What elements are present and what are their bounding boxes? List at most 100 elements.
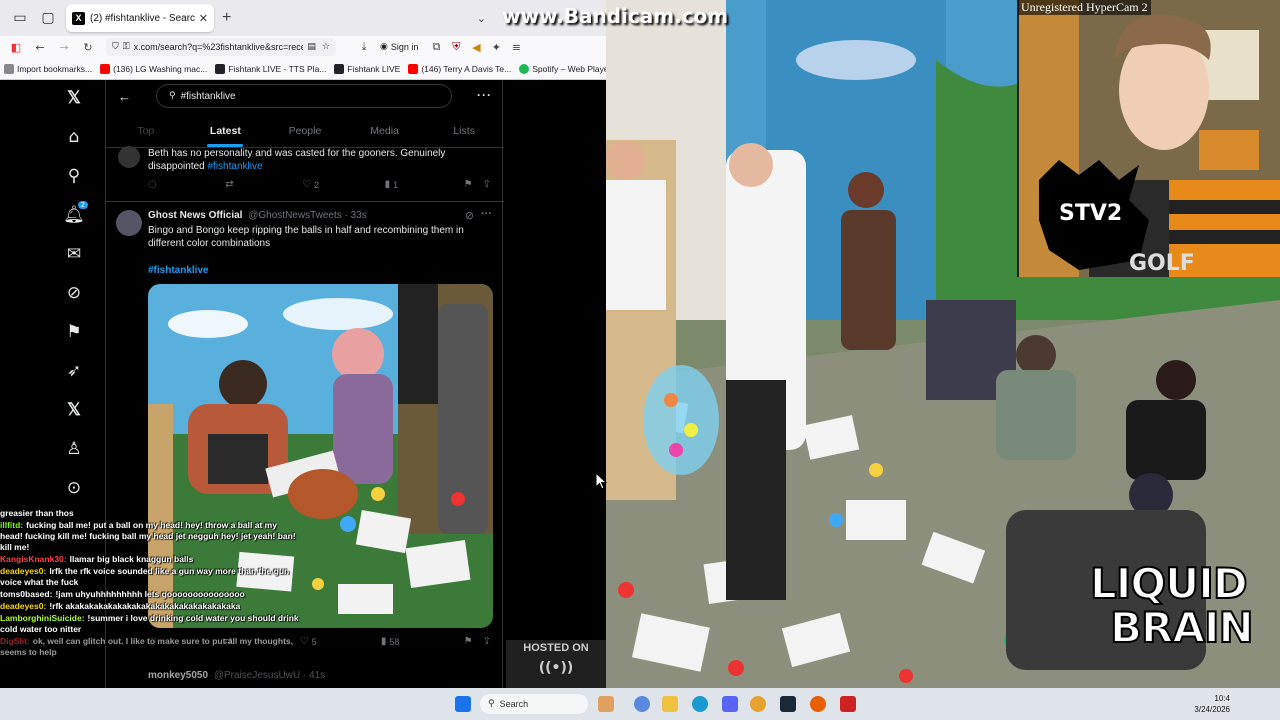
tab-list-icon[interactable]: ▢	[34, 4, 62, 32]
golf-text: GOLF	[1129, 251, 1195, 276]
tab-latest[interactable]: Latest	[186, 114, 266, 147]
reply-button[interactable]: ◌	[148, 179, 160, 190]
steam-icon[interactable]	[780, 696, 796, 712]
address-bar[interactable]: ⛉ ⚿ x.com/search?q=%23fishtanklive&src=r…	[106, 38, 336, 56]
tweet-body: Beth has no personality and was casted f…	[148, 148, 446, 172]
views-button[interactable]: ▮ 58	[381, 636, 400, 647]
menu-icon[interactable]: ≡	[506, 41, 526, 54]
bookmarks-icon[interactable]: ⚑	[60, 318, 88, 346]
back-arrow-icon[interactable]: ←	[118, 89, 131, 104]
like-button[interactable]: ♡ 5	[300, 636, 317, 647]
search-query: #fishtanklive	[180, 90, 236, 102]
edge-icon[interactable]	[692, 696, 708, 712]
tweet-body: Bingo and Bongo keep ripping the balls i…	[148, 225, 464, 249]
avatar[interactable]	[116, 210, 142, 236]
extensions-puzzle-icon[interactable]: ✦	[486, 41, 506, 54]
x-logo-icon[interactable]: 𝕏	[60, 84, 88, 112]
firefox-icon[interactable]	[810, 696, 826, 712]
like-button[interactable]: ♡ 2	[302, 179, 319, 190]
views-button[interactable]: ▮ 1	[385, 179, 399, 190]
chat-username: illfitd:	[0, 520, 24, 530]
bookmark-spotify[interactable]: Spotify – Web Player	[519, 63, 606, 74]
url-text: x.com/search?q=%23fishtanklive&src=recen…	[133, 42, 304, 52]
share-icon[interactable]: ⇪	[483, 179, 491, 190]
spotify-icon	[519, 63, 530, 74]
search-input[interactable]: ⚲ #fishtanklive	[156, 84, 452, 108]
bookmarks-bar: Import bookmarks... (136) LG Washing mac…	[0, 58, 606, 80]
chat-text: !rfk akakakakakakakakakakakakakakakakaka…	[49, 601, 241, 611]
broadcast-icon: ((•))	[538, 660, 574, 676]
taskbar-search-label: Search	[499, 699, 529, 709]
hashtag-link[interactable]: #fishtanklive	[208, 161, 263, 172]
tweet[interactable]: Beth has no personality and was casted f…	[106, 146, 504, 202]
retweet-button[interactable]: ⇄	[225, 179, 236, 190]
star-icon[interactable]: ☆	[322, 42, 330, 52]
mouse-cursor-icon	[595, 472, 607, 490]
stv-text: STV2	[1059, 201, 1122, 226]
author-handle[interactable]: @GhostNewsTweets · 33s	[248, 210, 367, 221]
bookmark-fishtank-tts[interactable]: Fishtank LIVE - TTS Pla...	[215, 63, 326, 74]
profile-icon[interactable]: ♙	[60, 435, 88, 463]
author-name[interactable]: Ghost News Official	[148, 210, 242, 221]
chat-username: deadeyes0:	[0, 601, 47, 611]
bookmark-icon[interactable]: ⚑	[464, 636, 473, 647]
copilot-icon[interactable]	[634, 696, 650, 712]
widget-icon[interactable]	[598, 696, 614, 712]
grok-icon[interactable]: ⊘	[465, 209, 474, 222]
new-tab-button[interactable]: +	[222, 9, 231, 27]
bookmark-import[interactable]: Import bookmarks...	[4, 63, 93, 74]
browser-tab[interactable]: X (2) #fishtanklive - Search / X ✕	[66, 4, 214, 32]
tab-lists[interactable]: Lists	[424, 114, 504, 147]
forward-icon[interactable]: →	[52, 41, 76, 54]
search-header: ← ⚲ #fishtanklive ···	[106, 80, 504, 114]
more-icon[interactable]: ⊙	[60, 474, 88, 502]
discord-icon[interactable]	[722, 696, 738, 712]
file-explorer-icon[interactable]	[662, 696, 678, 712]
tab-people[interactable]: People	[265, 114, 345, 147]
bookmark-label: Fishtank LIVE	[347, 63, 401, 74]
grok-icon[interactable]: ⊘	[60, 279, 88, 307]
windows-start-icon[interactable]	[455, 696, 471, 712]
close-icon[interactable]: ✕	[199, 12, 208, 25]
x-favicon-icon: X	[72, 11, 85, 25]
search-icon[interactable]: ⚲	[60, 162, 88, 190]
more-options-icon[interactable]: ···	[477, 88, 492, 102]
chrome-icon[interactable]	[750, 696, 766, 712]
premium-icon[interactable]: 𝕏	[60, 396, 88, 424]
avatar[interactable]	[118, 146, 140, 168]
chat-username: toms0based:	[0, 589, 53, 599]
share-icon[interactable]: ⇪	[483, 636, 491, 647]
bookmark-icon[interactable]: ⚑	[464, 179, 473, 190]
bandicam-watermark: www.Bandicam.com	[502, 4, 729, 28]
tab-top[interactable]: Top	[106, 114, 186, 147]
reader-icon[interactable]: ▤	[307, 42, 316, 52]
bookmark-label: Import bookmarks...	[17, 63, 93, 74]
bookmark-youtube-terry[interactable]: (146) Terry A Davis Te...	[408, 63, 511, 74]
audio-icon[interactable]: ◀	[466, 41, 486, 54]
bookmark-youtube-lg[interactable]: (136) LG Washing mac...	[100, 63, 207, 74]
home-icon[interactable]: ⌂	[60, 123, 88, 151]
extension-icon[interactable]: ⧉	[426, 40, 446, 54]
messages-icon[interactable]: ✉	[60, 240, 88, 268]
reply-icon: ◌	[148, 179, 157, 190]
download-icon[interactable]: ⤓	[354, 40, 374, 54]
reload-icon[interactable]: ↻	[76, 41, 100, 54]
sign-in-button[interactable]: ◉ Sign in	[380, 42, 418, 52]
app-icon[interactable]	[840, 696, 856, 712]
hashtag-link[interactable]: #fishtanklive	[148, 264, 209, 277]
sidebar-icon[interactable]: ◧	[4, 41, 28, 54]
import-icon	[4, 63, 14, 74]
bookmark-fishtank[interactable]: Fishtank LIVE	[334, 63, 401, 74]
tab-overview-icon[interactable]: ▭	[6, 4, 34, 32]
communities-icon[interactable]: ➶	[60, 357, 88, 385]
chevron-down-icon[interactable]: ⌄	[477, 12, 486, 25]
search-tabs: Top Latest People Media Lists	[106, 114, 504, 148]
tab-media[interactable]: Media	[345, 114, 425, 147]
tab-title: (2) #fishtanklive - Search / X	[90, 12, 195, 24]
back-icon[interactable]: ←	[28, 41, 52, 54]
taskbar-clock[interactable]: 10:4 3/24/2026	[1194, 693, 1230, 715]
more-options-icon[interactable]: ···	[481, 208, 492, 220]
notifications-icon[interactable]: 🔔︎ 2	[60, 201, 88, 229]
taskbar-search[interactable]: ⚲ Search	[480, 694, 588, 714]
ublock-icon[interactable]: ⛨	[446, 40, 466, 54]
